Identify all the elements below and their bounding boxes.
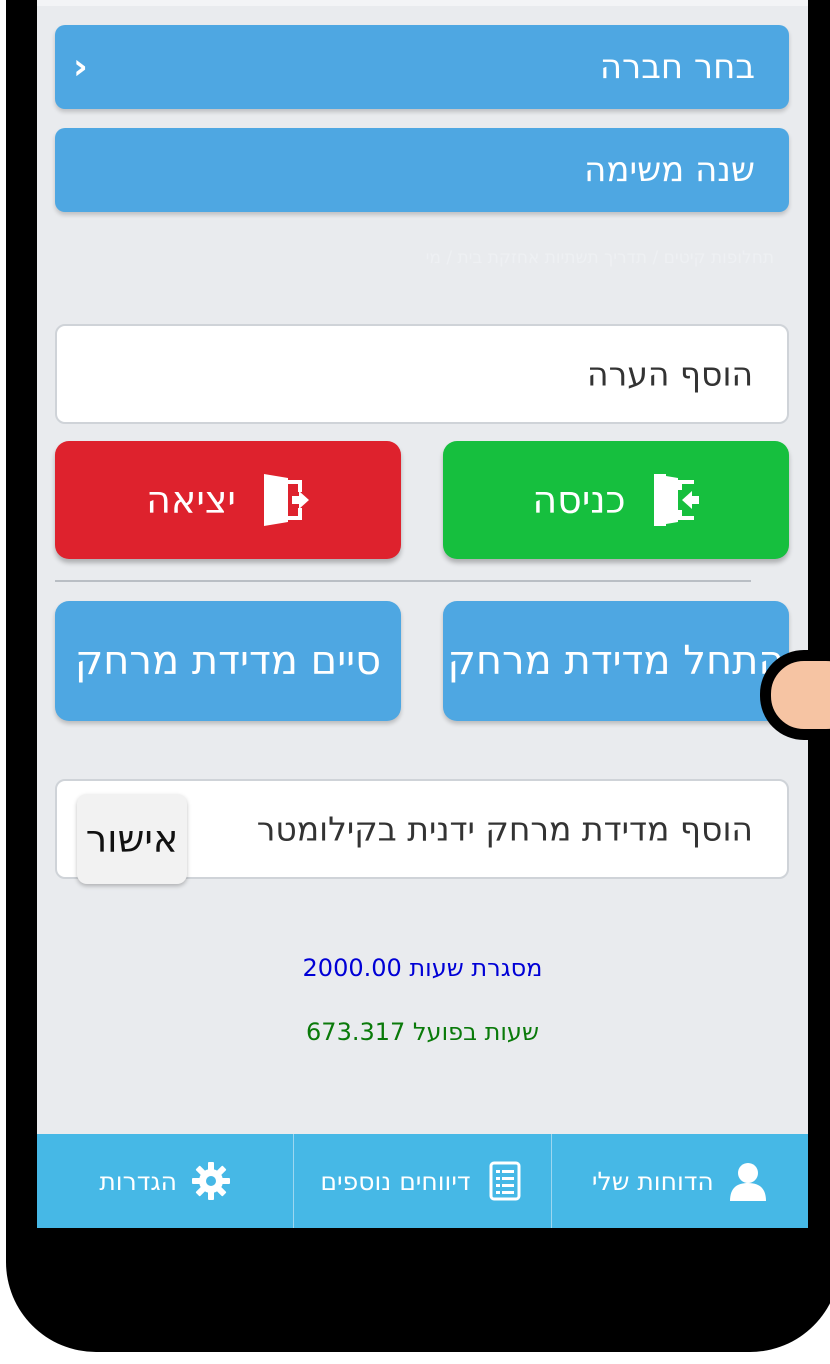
- user-icon: [728, 1161, 768, 1201]
- phone-frame: בחר חברה ‹ שנה משימה תחלופות קיטים / תדר…: [0, 0, 830, 1364]
- door-exit-icon: [262, 472, 310, 528]
- nav-more-reports-label: דיווחים נוספים: [320, 1166, 471, 1196]
- choose-company-button[interactable]: בחר חברה ‹: [55, 25, 789, 109]
- door-enter-icon: [652, 472, 700, 528]
- confirm-distance-button[interactable]: אישור: [77, 794, 187, 884]
- gear-icon: [191, 1161, 231, 1201]
- start-distance-button[interactable]: התחל מדידת מרחק: [443, 601, 789, 721]
- nav-my-reports-label: הדוחות שלי: [591, 1166, 714, 1196]
- chevron-left-icon: ‹: [73, 46, 88, 88]
- manual-distance-placeholder: הוסף מדידת מרחק ידנית בקילומטר: [256, 809, 753, 849]
- bottom-nav: הדוחות שלי דיווחים נוספים הגדרות: [37, 1134, 808, 1228]
- end-distance-button[interactable]: סיים מדידת מרחק: [55, 601, 401, 721]
- section-divider: [55, 580, 751, 582]
- end-distance-label: סיים מדידת מרחק: [74, 638, 382, 684]
- note-input-placeholder: הוסף הערה: [587, 354, 753, 394]
- enter-label: כניסה: [532, 478, 626, 522]
- hours-frame-text: מסגרת שעות 2000.00: [302, 954, 543, 982]
- nav-settings[interactable]: הגדרות: [37, 1134, 293, 1228]
- status-strip: [37, 0, 808, 6]
- task-note-text: תחלופות קיטים / תדריך תשתיות אחזקת בית /…: [425, 248, 774, 268]
- nav-settings-label: הגדרות: [99, 1166, 177, 1196]
- list-icon: [485, 1161, 525, 1201]
- choose-company-label: בחר חברה: [599, 47, 755, 87]
- change-task-label: שנה משימה: [584, 150, 755, 190]
- nav-my-reports[interactable]: הדוחות שלי: [550, 1134, 808, 1228]
- exit-button[interactable]: יציאה: [55, 441, 401, 559]
- start-distance-label: התחל מדידת מרחק: [447, 638, 785, 684]
- app-screen: בחר חברה ‹ שנה משימה תחלופות קיטים / תדר…: [37, 0, 808, 1228]
- change-task-button[interactable]: שנה משימה: [55, 128, 789, 212]
- enter-button[interactable]: כניסה: [443, 441, 789, 559]
- hours-actual-text: שעות בפועל 673.317: [306, 1018, 539, 1046]
- note-input[interactable]: הוסף הערה: [55, 324, 789, 424]
- nav-more-reports[interactable]: דיווחים נוספים: [293, 1134, 550, 1228]
- exit-label: יציאה: [146, 478, 236, 522]
- confirm-label: אישור: [85, 817, 179, 861]
